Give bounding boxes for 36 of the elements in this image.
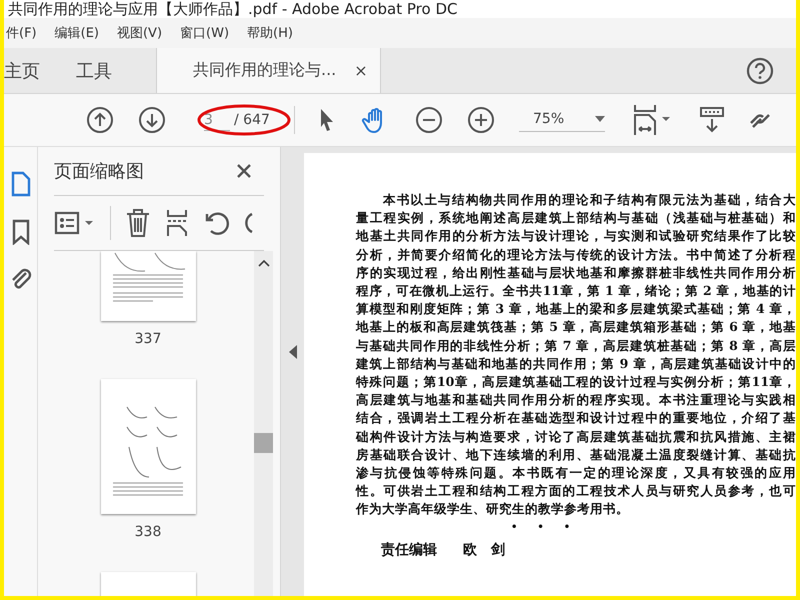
scroll-up-icon[interactable] bbox=[258, 259, 270, 267]
body-paragraph: 本书以土与结构物共同作用的理论和子结构有限元法为基础，结合大 量工程实例，系统地阐述高层建筑上部结构与基础（浅基础与桩基础）和 地基土共同作用的分析方法与设计理论，与实测和试验研究结果作了比较 分析，并简要介绍简化的理论方法与传统的设计方法。书中简述了分析程 序的实现过程，给出刚性基础与层状地基和摩擦群桩非线性共同作用分析 程序，可在微机上运行。全书共11章，第 1 章，绪论；第 2 章，地基的计 算模型和刚度矩阵；第 3 章，地基上的梁和多层建筑梁式基础；第 4 章， 地基上的板和高层建筑筏基；第 5 章，高层建筑箱形基础；第 6 章，地基 与基础共同作用的非线性分析；第 7 章，高层建筑桩基础；第 8 章，高层 建筑上部结构与基础和地基的共同作用；第 9 章，高层建筑基础设计中的 特殊问题；第10章，高层建筑基础工程的设计过程与实例分析；第11章， 高层建筑与地基和基础共同作用分析的程序实现。本书注重理论与实践相 结合，强调岩土工程分析在基础选型和设计过程中的重要地位，介绍了基 础构件设计方法与构造要求，讨论了高层建筑基础抗震和抗风措施、主裙 房基础联合设计、地下连续墙的利用、基础混凝土温度裂缝计算、基础抗 渗与抗侵蚀等特殊问题。本书既有一定的理论深度，又具有较强的应用 性。可供岩土工程和结构工程方面的工程技术人员与研究人员参考，也可 作为大学高年级学生、研究生的教学参考用书。 bbox=[356, 191, 796, 518]
collapse-arrow-icon[interactable] bbox=[288, 344, 296, 358]
menu-item[interactable]: 帮助(H) bbox=[247, 24, 293, 42]
editor-name: 欧 剑 bbox=[463, 540, 505, 559]
options-icon[interactable] bbox=[54, 211, 96, 235]
extract-page-icon[interactable] bbox=[165, 208, 189, 238]
window-title: 共同作用的理论与应用【大师作品】.pdf - Adobe Acrobat Pro DC bbox=[7, 1, 458, 17]
scrollbar[interactable] bbox=[254, 251, 273, 596]
nav-tab[interactable]: 主页 bbox=[4, 48, 56, 93]
panel-title: 页面缩略图 bbox=[54, 160, 144, 183]
close-icon[interactable] bbox=[236, 163, 252, 179]
zoom-out-icon[interactable] bbox=[415, 106, 443, 134]
next-page-icon[interactable] bbox=[138, 106, 166, 134]
editor-label: 责任编辑 bbox=[381, 540, 437, 559]
previous-page-icon[interactable] bbox=[86, 106, 114, 134]
page-number-label: 337 bbox=[134, 331, 162, 347]
menu-item[interactable]: 视图(V) bbox=[116, 24, 162, 42]
nav-tab[interactable]: 工具 bbox=[76, 48, 128, 93]
close-tab-button[interactable]: × bbox=[354, 61, 368, 80]
menu-item[interactable]: 窗口(W) bbox=[180, 24, 230, 42]
caret-icon bbox=[595, 116, 605, 122]
separator-marks: • • • bbox=[511, 520, 572, 535]
document-tab[interactable]: 共同作用的理论与... × bbox=[156, 48, 381, 93]
help-icon[interactable] bbox=[746, 56, 774, 84]
scroll-thumb[interactable] bbox=[254, 433, 273, 453]
page-number-label: 338 bbox=[134, 524, 162, 540]
page-thumbnails-icon[interactable] bbox=[10, 171, 32, 197]
menu-item[interactable]: 编辑(E) bbox=[54, 24, 99, 42]
page-count: / 647 bbox=[234, 112, 270, 128]
menu-item[interactable]: 件(F) bbox=[6, 24, 37, 42]
zoom-dropdown[interactable]: 75% bbox=[519, 108, 605, 132]
trash-icon[interactable] bbox=[125, 208, 151, 238]
zoom-in-icon[interactable] bbox=[467, 106, 495, 134]
download-tray-icon[interactable] bbox=[699, 105, 725, 135]
page-thumbnail[interactable] bbox=[100, 379, 196, 514]
